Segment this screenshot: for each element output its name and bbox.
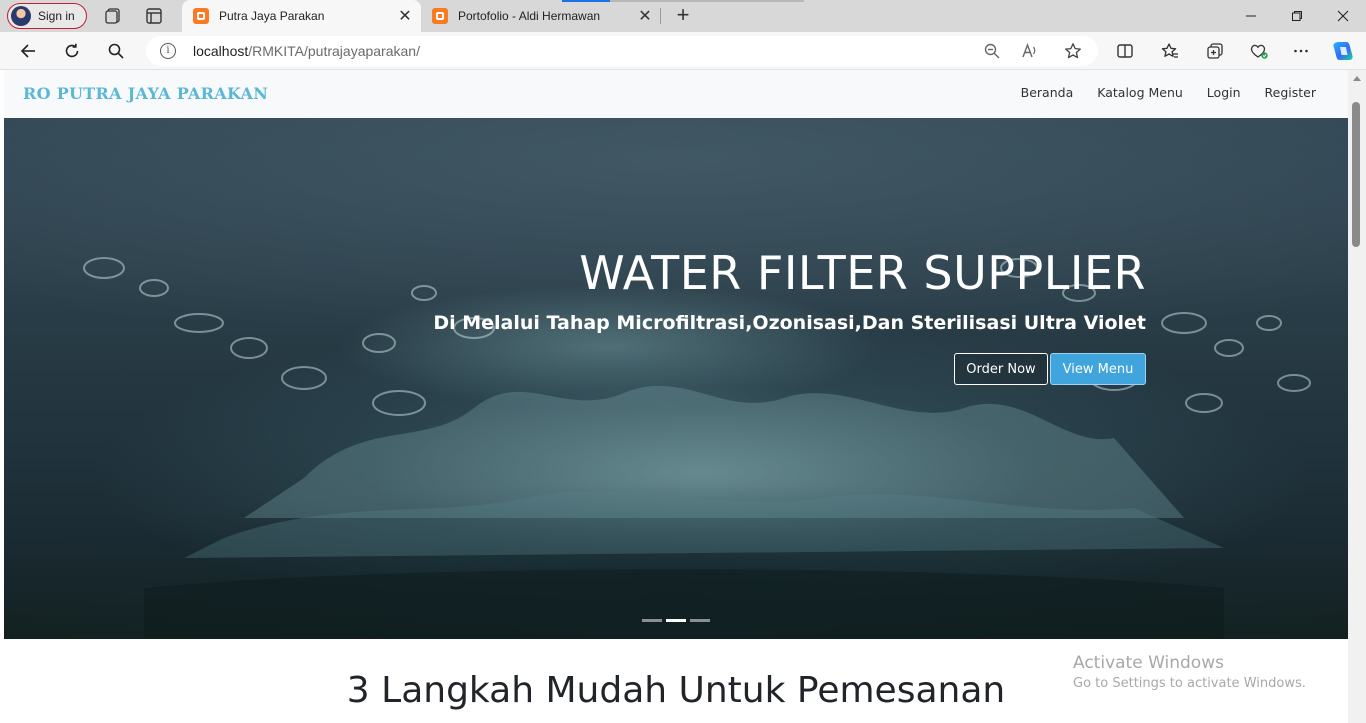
scroll-up-arrow-icon[interactable] bbox=[1353, 76, 1361, 81]
close-window-icon[interactable] bbox=[1320, 0, 1366, 32]
tab-actions-icon[interactable] bbox=[144, 6, 164, 26]
site-navbar: RO PUTRA JAYA PARAKAN Beranda Katalog Me… bbox=[4, 70, 1348, 118]
xampp-favicon-icon bbox=[193, 8, 209, 24]
close-tab-icon[interactable]: ✕ bbox=[395, 6, 415, 26]
loading-indicator bbox=[562, 0, 610, 2]
nav-link-beranda[interactable]: Beranda bbox=[1021, 85, 1074, 100]
address-bar[interactable]: i localhost/RMKITA/putrajayaparakan/ bbox=[146, 36, 1098, 66]
url-text[interactable]: localhost/RMKITA/putrajayaparakan/ bbox=[193, 43, 420, 59]
watermark-line-2: Go to Settings to activate Windows. bbox=[1073, 676, 1306, 691]
collections-icon[interactable] bbox=[103, 6, 123, 26]
more-options-icon[interactable] bbox=[1290, 40, 1312, 62]
tab-portofolio[interactable]: Portofolio - Aldi Hermawan ✕ bbox=[421, 0, 661, 32]
minimize-icon[interactable] bbox=[1228, 0, 1274, 32]
carousel-indicator-2[interactable] bbox=[666, 619, 686, 622]
zoom-out-icon[interactable] bbox=[982, 41, 1002, 61]
hero-title: WATER FILTER SUPPLIER bbox=[579, 246, 1146, 300]
carousel-indicator-1[interactable] bbox=[642, 619, 662, 622]
activate-windows-watermark: Activate Windows Go to Settings to activ… bbox=[1073, 653, 1306, 691]
url-host: localhost bbox=[193, 43, 249, 59]
favorites-icon[interactable] bbox=[1159, 40, 1181, 62]
read-aloud-icon[interactable] bbox=[1020, 41, 1040, 61]
sign-in-label: Sign in bbox=[38, 9, 75, 23]
web-page: RO PUTRA JAYA PARAKAN Beranda Katalog Me… bbox=[4, 70, 1348, 723]
url-path: /RMKITA/putrajayaparakan/ bbox=[248, 43, 420, 59]
site-info-icon[interactable]: i bbox=[160, 43, 176, 59]
nav-link-login[interactable]: Login bbox=[1207, 85, 1241, 100]
new-tab-icon[interactable]: + bbox=[672, 4, 694, 27]
favorite-star-icon[interactable] bbox=[1063, 41, 1083, 61]
tab-putra-jaya-parakan[interactable]: Putra Jaya Parakan ✕ bbox=[182, 0, 421, 32]
site-brand[interactable]: RO PUTRA JAYA PARAKAN bbox=[23, 84, 268, 103]
loading-track bbox=[610, 0, 804, 2]
view-menu-button[interactable]: View Menu bbox=[1050, 353, 1146, 385]
xampp-favicon-icon bbox=[432, 8, 448, 24]
browser-tab-strip: Sign in Putra Jaya Parakan ✕ Portofolio … bbox=[0, 0, 1366, 32]
water-splash-image bbox=[83, 257, 1311, 639]
scrollbar-thumb[interactable] bbox=[1352, 102, 1360, 247]
hero-subtitle: Di Melalui Tahap Microfiltrasi,Ozonisasi… bbox=[433, 312, 1146, 334]
refresh-icon[interactable] bbox=[61, 40, 83, 62]
order-now-button[interactable]: Order Now bbox=[954, 353, 1048, 385]
back-arrow-icon[interactable] bbox=[17, 40, 39, 62]
browser-essentials-icon[interactable] bbox=[1248, 40, 1270, 62]
collections-add-icon[interactable] bbox=[1204, 40, 1226, 62]
browser-toolbar: i localhost/RMKITA/putrajayaparakan/ bbox=[0, 32, 1366, 70]
profile-avatar bbox=[11, 6, 31, 26]
split-screen-icon[interactable] bbox=[1114, 40, 1136, 62]
site-nav: Beranda Katalog Menu Login Register bbox=[997, 85, 1316, 100]
sign-in-button[interactable]: Sign in bbox=[7, 3, 87, 29]
tab-separator bbox=[660, 8, 661, 24]
hero-carousel: WATER FILTER SUPPLIER Di Melalui Tahap M… bbox=[4, 118, 1348, 639]
carousel-indicators bbox=[642, 619, 710, 622]
restore-icon[interactable] bbox=[1274, 0, 1320, 32]
tab-title: Portofolio - Aldi Hermawan bbox=[458, 9, 601, 23]
page-scrollbar[interactable] bbox=[1348, 70, 1366, 723]
nav-link-register[interactable]: Register bbox=[1265, 85, 1316, 100]
search-icon[interactable] bbox=[105, 40, 127, 62]
tab-title: Putra Jaya Parakan bbox=[219, 9, 325, 23]
close-tab-icon[interactable]: ✕ bbox=[635, 6, 655, 26]
watermark-line-1: Activate Windows bbox=[1073, 653, 1224, 673]
nav-link-katalog-menu[interactable]: Katalog Menu bbox=[1097, 85, 1183, 100]
copilot-icon[interactable] bbox=[1331, 39, 1355, 63]
carousel-indicator-3[interactable] bbox=[690, 619, 710, 622]
